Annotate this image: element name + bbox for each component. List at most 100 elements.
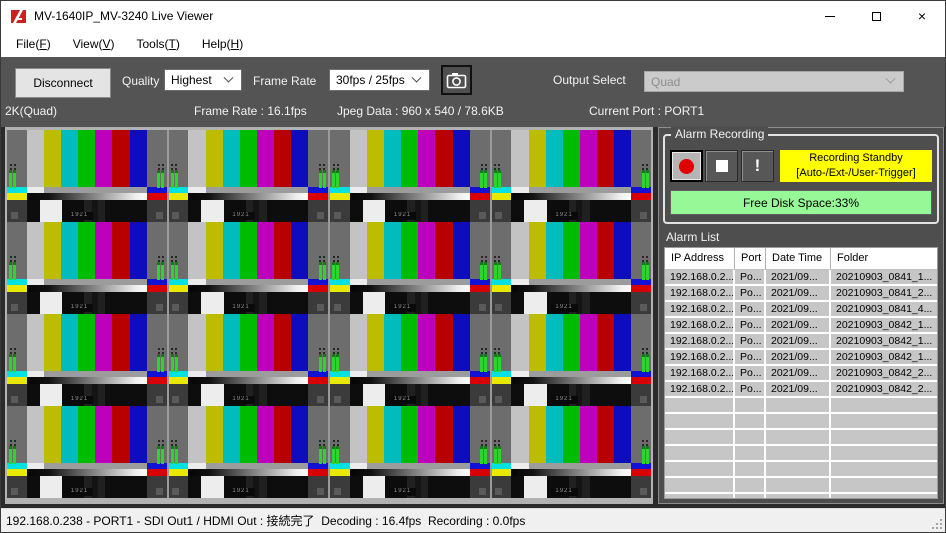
meter-dots	[333, 440, 335, 442]
colorbars-row	[330, 130, 490, 187]
colorbars-row	[169, 130, 329, 187]
corner-marker	[156, 304, 163, 311]
alarm-row[interactable]: 192.168.0.2...Po...2021/09...20210903_08…	[665, 270, 937, 286]
alarm-cell: Po...	[735, 318, 766, 334]
alarm-row[interactable]: 192.168.0.2...Po...2021/09...20210903_08…	[665, 286, 937, 302]
audio-meter-right-icon	[480, 348, 487, 372]
chevron-down-icon	[886, 74, 896, 84]
meter-dots	[158, 256, 160, 258]
audio-meter-left-icon	[332, 348, 339, 372]
menu-item-tools[interactable]: Tools(T)	[135, 35, 182, 53]
video-frame: 1921 1921	[5, 127, 653, 504]
menu-item-help[interactable]: Help(H)	[200, 35, 245, 53]
audio-meter-left-icon	[9, 440, 16, 464]
meter-dots	[481, 164, 483, 166]
output-select-label: Output Select	[553, 73, 626, 87]
meter-dots	[319, 440, 321, 442]
alarm-row[interactable]: 192.168.0.2...Po...2021/09...20210903_08…	[665, 366, 937, 382]
meter-dots	[494, 348, 496, 350]
frame-rate-value: 30fps / 25fps	[336, 73, 413, 87]
video-tile: 1921	[492, 314, 652, 406]
meter-dots	[494, 256, 496, 258]
alarm-row[interactable]: 192.168.0.2...Po...2021/09...20210903_08…	[665, 350, 937, 366]
output-select-value: Quad	[651, 75, 887, 89]
meter-bars	[171, 354, 178, 372]
minimize-button[interactable]	[807, 1, 853, 31]
meter-bars	[171, 170, 178, 188]
audio-meter-right-icon	[319, 440, 326, 464]
menu-item-view[interactable]: View(V)	[71, 35, 117, 53]
menu-item-file[interactable]: File(F)	[14, 35, 53, 53]
meter-bars	[332, 170, 339, 188]
audio-meter-right-icon	[157, 348, 164, 372]
frame-rate-select[interactable]: 30fps / 25fps	[329, 69, 430, 91]
meter-bars	[494, 446, 501, 464]
meter-dots	[10, 348, 12, 350]
quality-label: Quality	[122, 74, 159, 88]
audio-meter-right-icon	[319, 256, 326, 280]
meter-bars	[642, 170, 649, 188]
alarm-trigger-button[interactable]: !	[741, 150, 774, 182]
meter-dots	[10, 164, 12, 166]
meter-bars	[9, 446, 16, 464]
alarm-cell: Po...	[735, 270, 766, 286]
meter-dots	[333, 348, 335, 350]
corner-marker	[479, 212, 486, 219]
alarm-recording-group: Alarm Recording ! Recording Standby [Aut…	[663, 134, 939, 224]
alarm-cell: 20210903_0841_4...	[831, 302, 937, 318]
alarm-row[interactable]: 192.168.0.2...Po...2021/09...20210903_08…	[665, 318, 937, 334]
audio-meter-right-icon	[480, 440, 487, 464]
stop-icon	[716, 160, 728, 172]
camera-icon	[446, 72, 467, 89]
snapshot-button[interactable]	[441, 65, 472, 95]
corner-marker	[11, 304, 18, 311]
record-button[interactable]	[670, 150, 703, 182]
audio-meter-left-icon	[171, 440, 178, 464]
meter-bars	[319, 170, 326, 188]
quality-select[interactable]: Highest	[164, 69, 242, 91]
meter-dots	[319, 348, 321, 350]
connection-status-text: 192.168.0.238 - PORT1 - SDI Out1 / HDMI …	[6, 512, 525, 529]
alarm-row[interactable]: 192.168.0.2...Po...2021/09...20210903_08…	[665, 382, 937, 398]
corner-marker	[11, 488, 18, 495]
alarm-cell: Po...	[735, 366, 766, 382]
meter-dots	[319, 256, 321, 258]
meter-bars	[157, 354, 164, 372]
meter-dots	[171, 348, 173, 350]
stop-button[interactable]	[705, 150, 738, 182]
video-tile: 1921	[169, 130, 329, 222]
corner-marker	[11, 212, 18, 219]
alarm-table-body: 192.168.0.2...Po...2021/09...20210903_08…	[665, 270, 937, 499]
audio-meter-left-icon	[9, 164, 16, 188]
meter-bars	[9, 354, 16, 372]
meter-bars	[480, 446, 487, 464]
meter-dots	[158, 164, 160, 166]
video-tile: 1921	[169, 406, 329, 498]
tile-timecode: 1921	[389, 304, 416, 311]
alarm-list-table[interactable]: IP AddressPortDate TimeFolder 192.168.0.…	[664, 247, 938, 499]
colorbars-row	[330, 406, 490, 463]
meter-dots	[171, 164, 173, 166]
disconnect-button[interactable]: Disconnect	[15, 68, 111, 98]
meter-dots	[171, 440, 173, 442]
colorbars-row	[7, 314, 167, 371]
meter-bars	[319, 354, 326, 372]
alarm-row[interactable]: 192.168.0.2...Po...2021/09...20210903_08…	[665, 334, 937, 350]
meter-bars	[332, 262, 339, 280]
audio-meter-right-icon	[642, 440, 649, 464]
resize-grip-icon[interactable]	[940, 527, 942, 529]
tile-timecode: 1921	[389, 396, 416, 403]
colorbars-row	[492, 222, 652, 279]
corner-marker	[172, 488, 179, 495]
video-tile: 1921	[169, 222, 329, 314]
video-tile: 1921	[330, 222, 490, 314]
alarm-row[interactable]: 192.168.0.2...Po...2021/09...20210903_08…	[665, 302, 937, 318]
corner-marker	[495, 396, 502, 403]
corner-marker	[495, 304, 502, 311]
maximize-button[interactable]	[853, 1, 899, 31]
corner-marker	[317, 488, 324, 495]
tile-timecode: 1921	[228, 304, 255, 311]
audio-meter-right-icon	[480, 164, 487, 188]
close-button[interactable]: ×	[899, 1, 945, 31]
alarm-cell: Po...	[735, 286, 766, 302]
